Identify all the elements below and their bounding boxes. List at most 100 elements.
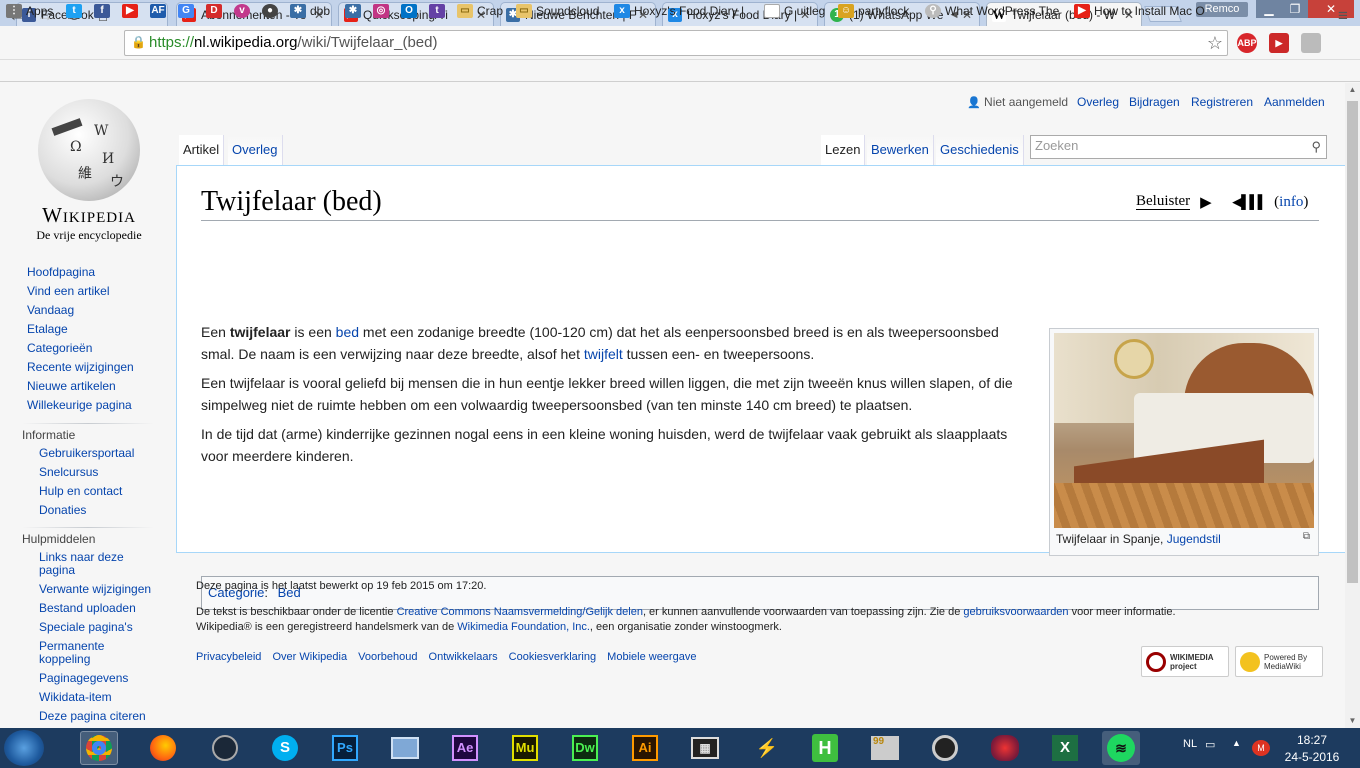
mail-icon[interactable]: M (1252, 740, 1270, 756)
bookmark-forum[interactable]: ✱ (345, 3, 365, 19)
tab-lezen[interactable]: Lezen (821, 135, 866, 165)
bookmark-install-mac[interactable]: ▶ How to Install Mac O (1074, 3, 1216, 19)
link-bed[interactable]: bed (336, 324, 359, 340)
taskbar-network[interactable] (386, 731, 424, 765)
scroll-up-icon[interactable]: ▲ (1345, 83, 1360, 97)
license-link[interactable]: Creative Commons Naamsvermelding/Gelijk … (397, 606, 643, 618)
sidebar-item-gebruikersportaal[interactable]: Gebruikersportaal (39, 444, 134, 463)
sidebar-item-vind-artikel[interactable]: Vind een artikel (27, 282, 134, 301)
bookmark-vr[interactable]: v (234, 3, 254, 19)
bookmark-outlook[interactable]: O (401, 3, 421, 19)
sidebar-item-snelcursus[interactable]: Snelcursus (39, 463, 134, 482)
taskbar-steam[interactable] (206, 731, 244, 765)
sidebar-item-etalage[interactable]: Etalage (27, 320, 134, 339)
sidebar-item-wikidata-item[interactable]: Wikidata-item (39, 691, 159, 704)
sidebar-item-pagina-citeren[interactable]: Deze pagina citeren (39, 710, 159, 723)
bookmark-facebook[interactable]: f (94, 3, 114, 19)
taskbar-clock[interactable]: 18:27 24-5-2016 (1284, 732, 1340, 766)
battery-icon[interactable]: ▭ (1205, 738, 1215, 751)
bookmark-folder-crap[interactable]: ▭ Crap (457, 3, 503, 19)
sidebar-item-paginagegevens[interactable]: Paginagegevens (39, 672, 159, 685)
extension-icon[interactable] (1301, 33, 1321, 53)
footer-link-ontwikkelaars[interactable]: Ontwikkelaars (429, 651, 498, 663)
bookmark-food-diary[interactable]: x Hoxyz's Food Diary | (614, 3, 754, 19)
register-link[interactable]: Registreren (1191, 95, 1253, 109)
taskbar-photoshop[interactable]: Ps (326, 731, 364, 765)
tray-expand-icon[interactable]: ▲ (1232, 738, 1241, 748)
bookmark-dbb[interactable]: ✱ dbb (290, 3, 330, 19)
taskbar-excel[interactable]: X (1046, 731, 1084, 765)
bookmark-google[interactable]: G (178, 3, 198, 19)
scrollbar-thumb[interactable] (1347, 101, 1358, 583)
personal-contributions-link[interactable]: Bijdragen (1129, 95, 1180, 109)
adblock-plus-icon[interactable]: ABP (1237, 33, 1257, 53)
youtube-extension-icon[interactable]: ▶ (1269, 33, 1289, 53)
sidebar-item-hulp-contact[interactable]: Hulp en contact (39, 482, 134, 501)
login-link[interactable]: Aanmelden (1264, 95, 1325, 109)
sidebar-item-verwante-wijzigingen[interactable]: Verwante wijzigingen (39, 583, 159, 596)
wikimedia-foundation-link[interactable]: Wikimedia Foundation, Inc. (457, 621, 590, 633)
bookmark-d[interactable]: D (206, 3, 226, 19)
footer-link-privacy[interactable]: Privacybeleid (196, 651, 261, 663)
taskbar-dreamweaver[interactable]: Dw (566, 731, 604, 765)
audio-info-link[interactable]: info (1279, 194, 1303, 211)
wikimedia-project-badge[interactable]: WIKIMEDIA project (1141, 646, 1229, 677)
terms-link[interactable]: gebruiksvoorwaarden (963, 606, 1068, 618)
sidebar-item-willekeurige-pagina[interactable]: Willekeurige pagina (27, 396, 134, 415)
bookmark-g-uitleg[interactable]: G uitleg (764, 3, 825, 19)
sidebar-item-hoofdpagina[interactable]: Hoofdpagina (27, 263, 134, 282)
bookmark-folder-soundcloud[interactable]: ▭ Soundcloud (516, 3, 599, 19)
taskbar-aftereffects[interactable]: Ae (446, 731, 484, 765)
footer-link-over[interactable]: Over Wikipedia (272, 651, 347, 663)
bookmark-twitch[interactable]: t (429, 3, 449, 19)
taskbar-h-app[interactable]: H (806, 731, 844, 765)
sidebar-item-bestand-uploaden[interactable]: Bestand uploaden (39, 602, 159, 615)
bookmark-af[interactable]: AF (150, 3, 170, 19)
wikipedia-logo[interactable]: W Ω И 維 ウ Wikipedia De vrije encyclopedi… (30, 99, 148, 242)
footer-link-cookies[interactable]: Cookiesverklaring (509, 651, 596, 663)
footer-link-voorbehoud[interactable]: Voorbehoud (358, 651, 417, 663)
taskbar-spotify[interactable]: ≋ (1102, 731, 1140, 765)
sidebar-item-links-naar[interactable]: Links naar deze pagina (39, 551, 159, 577)
bookmark-star-icon[interactable]: ☆ (1207, 31, 1223, 55)
tab-overleg[interactable]: Overleg (228, 135, 283, 165)
minimize-button[interactable]: ▁ (1256, 0, 1282, 18)
tab-geschiedenis[interactable]: Geschiedenis (936, 135, 1024, 165)
taskbar-game[interactable]: ⚡ (748, 731, 786, 765)
link-jugendstil[interactable]: Jugendstil (1167, 532, 1221, 546)
search-input[interactable]: Zoeken ⚲ (1030, 135, 1327, 159)
sidebar-item-nieuwe-artikelen[interactable]: Nieuwe artikelen (27, 377, 134, 396)
bed-image[interactable] (1054, 333, 1314, 528)
enlarge-icon[interactable]: ⧉ (1303, 531, 1310, 542)
sidebar-item-donaties[interactable]: Donaties (39, 501, 134, 520)
taskbar-firefox[interactable] (144, 731, 182, 765)
taskbar-game2[interactable] (986, 731, 1024, 765)
taskbar-video[interactable]: ▦ (686, 731, 724, 765)
bookmark-instagram[interactable]: ◎ (373, 3, 393, 19)
sidebar-item-permanente-koppeling[interactable]: Permanente koppeling (39, 640, 159, 666)
scroll-down-icon[interactable]: ▼ (1345, 714, 1360, 728)
page-scrollbar[interactable]: ▲ ▼ (1345, 83, 1360, 728)
bookmark-youtube[interactable]: ▶ (122, 3, 142, 19)
taskbar-chrome[interactable] (80, 731, 118, 765)
taskbar-skype[interactable]: S (266, 731, 304, 765)
bookmark-twitter[interactable]: t (66, 3, 86, 19)
bookmark-wordpress[interactable]: ⚲ What WordPress The (925, 3, 1065, 19)
tab-artikel[interactable]: Artikel (179, 135, 225, 165)
taskbar-muse[interactable]: Mu (506, 731, 544, 765)
language-indicator[interactable]: NL (1183, 738, 1197, 750)
volume-icon[interactable]: ◀▌▌▌ (1232, 194, 1267, 210)
tab-bewerken[interactable]: Bewerken (867, 135, 934, 165)
taskbar-99[interactable]: 99 (866, 731, 904, 765)
start-button[interactable] (4, 730, 44, 766)
sidebar-item-recente-wijzigingen[interactable]: Recente wijzigingen (27, 358, 134, 377)
personal-talk-link[interactable]: Overleg (1077, 95, 1119, 109)
sidebar-item-speciale-paginas[interactable]: Speciale pagina's (39, 621, 159, 634)
maximize-button[interactable]: ❐ (1282, 0, 1308, 18)
bookmark-partyflock[interactable]: ☺ partyflock (838, 3, 909, 19)
search-icon[interactable]: ⚲ (1311, 139, 1321, 155)
footer-link-mobiel[interactable]: Mobiele weergave (607, 651, 696, 663)
mediawiki-badge[interactable]: Powered By MediaWiki (1235, 646, 1323, 677)
bookmark-apps[interactable]: ⋮ Apps (6, 3, 53, 19)
bookmark-steam[interactable]: ● (262, 3, 282, 19)
